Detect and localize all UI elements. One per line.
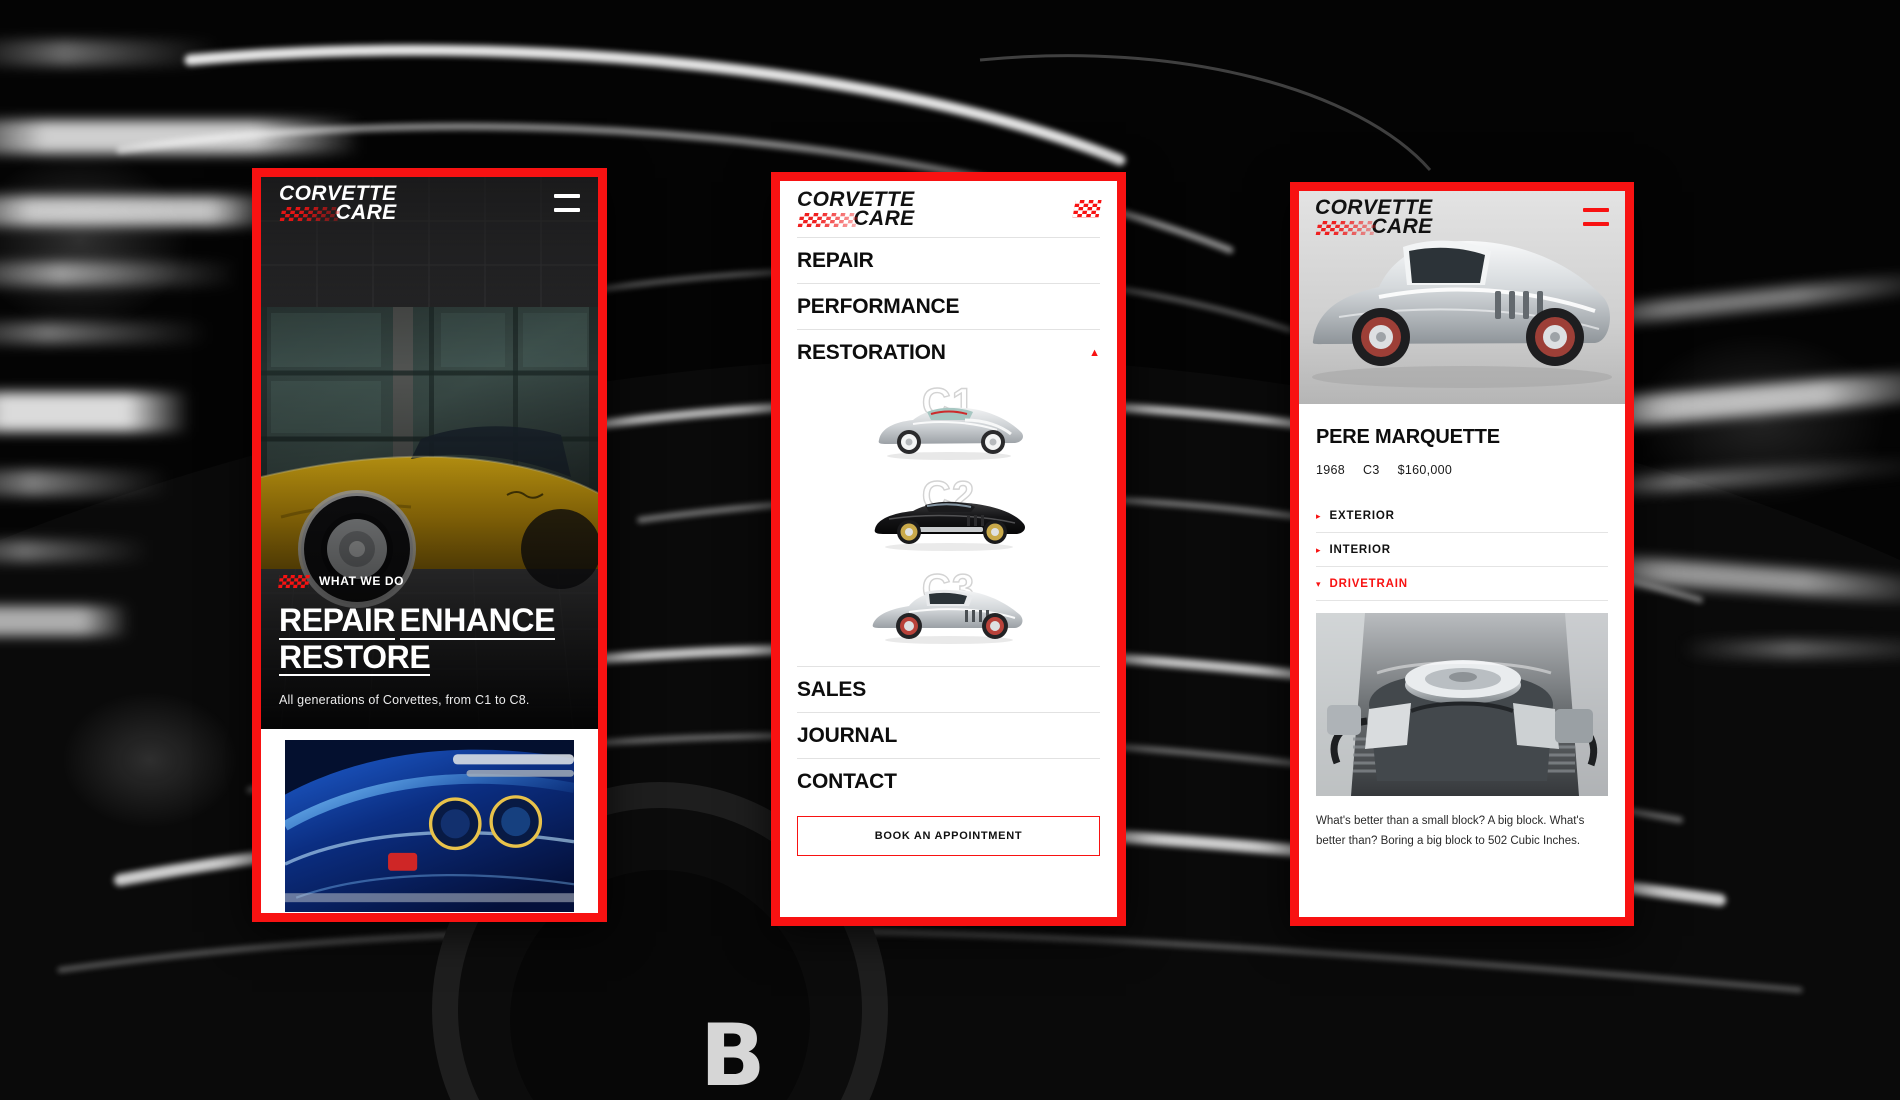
phone-mockup-home: CORVETTE CARE WHAT WE DO REPAIR ENHANCE …: [252, 168, 607, 922]
detail-body: PERE MARQUETTE 1968 C3 $160,000 ▸ EXTERI…: [1299, 404, 1625, 917]
home-header: CORVETTE CARE: [261, 177, 598, 229]
vehicle-title: PERE MARQUETTE: [1316, 426, 1500, 448]
menu-item-label: REPAIR: [797, 249, 874, 272]
card-label: PERFORMANCE: [285, 912, 574, 913]
triangle-right-icon: ▸: [1316, 510, 1321, 521]
phone-mockup-menu: CORVETTE CARE REPAIR PERFORMANCE RESTORA…: [771, 172, 1126, 926]
triangle-right-icon: ▸: [1316, 544, 1321, 555]
car-photo-c2: [869, 483, 1029, 555]
menu-item-sales[interactable]: SALES: [797, 666, 1100, 712]
hamburger-icon[interactable]: [1583, 208, 1609, 226]
menu-item-label: PERFORMANCE: [797, 295, 960, 318]
phone-home-screen: CORVETTE CARE WHAT WE DO REPAIR ENHANCE …: [261, 177, 598, 913]
brand-logo[interactable]: CORVETTE CARE: [279, 183, 397, 224]
hero-copy: WHAT WE DO REPAIR ENHANCE RESTORE All ge…: [261, 574, 598, 729]
detail-header: CORVETTE CARE: [1299, 191, 1625, 243]
engine-photo: [1316, 613, 1608, 796]
menu-item-label: RESTORATION: [797, 341, 946, 364]
book-appointment-button[interactable]: BOOK AN APPOINTMENT: [797, 816, 1100, 856]
accordion-drivetrain[interactable]: ▾ DRIVETRAIN: [1316, 567, 1608, 601]
car-photo-c3: [869, 576, 1029, 648]
hamburger-icon[interactable]: [554, 194, 580, 212]
phone-menu-screen: CORVETTE CARE REPAIR PERFORMANCE RESTORA…: [780, 181, 1117, 917]
hero-subtitle: All generations of Corvettes, from C1 to…: [279, 693, 530, 707]
brand-logo[interactable]: CORVETTE CARE: [1315, 197, 1433, 238]
headline-line-1: REPAIR: [279, 602, 396, 640]
submenu-item-c1[interactable]: C1: [797, 379, 1100, 472]
drivetrain-description: What's better than a small block? A big …: [1316, 815, 1585, 848]
hero-section: CORVETTE CARE WHAT WE DO REPAIR ENHANCE …: [261, 177, 598, 729]
headline-line-3: RESTORE: [279, 638, 431, 676]
phone-detail-screen: CORVETTE CARE PERE MARQUETTE 1968 C3 $16…: [1299, 191, 1625, 917]
headline-line-2: ENHANCE: [399, 602, 556, 640]
svg-text:B: B: [700, 1006, 766, 1100]
restoration-submenu: C1 C2 C3: [797, 375, 1100, 666]
triangle-down-icon: ▾: [1316, 578, 1321, 589]
vehicle-price: $160,000: [1397, 463, 1453, 477]
menu-item-contact[interactable]: CONTACT: [797, 758, 1100, 804]
submenu-item-c2[interactable]: C2: [797, 472, 1100, 565]
menu-item-journal[interactable]: JOURNAL: [797, 712, 1100, 758]
hero-eyebrow: WHAT WE DO: [278, 574, 580, 589]
menu-spacer: [797, 870, 1100, 917]
menu-item-label: JOURNAL: [797, 724, 898, 747]
card-photo-blue-corvette: [285, 740, 574, 912]
nav-menu-overlay: CORVETTE CARE REPAIR PERFORMANCE RESTORA…: [780, 181, 1117, 917]
menu-item-restoration[interactable]: RESTORATION ▲: [797, 329, 1100, 375]
accordion-label: INTERIOR: [1329, 544, 1391, 556]
menu-item-label: SALES: [797, 678, 867, 701]
menu-item-performance[interactable]: PERFORMANCE: [797, 283, 1100, 329]
accordion-exterior[interactable]: ▸ EXTERIOR: [1316, 499, 1608, 533]
hero-headline: REPAIR ENHANCE RESTORE: [279, 604, 580, 677]
car-photo-c1: [869, 390, 1029, 462]
performance-card[interactable]: PERFORMANCE: [279, 734, 580, 913]
submenu-item-c3[interactable]: C3: [797, 565, 1100, 658]
caret-up-icon: ▲: [1089, 346, 1100, 359]
vehicle-meta: 1968 C3 $160,000: [1316, 449, 1608, 499]
checkered-flag-icon: [797, 213, 859, 228]
hero-eyebrow-label: WHAT WE DO: [319, 574, 405, 589]
vehicle-detail-page: CORVETTE CARE PERE MARQUETTE 1968 C3 $16…: [1299, 191, 1625, 917]
menu-item-repair[interactable]: REPAIR: [797, 237, 1100, 283]
menu-header: CORVETTE CARE: [797, 181, 1102, 237]
accordion-label: DRIVETRAIN: [1329, 578, 1408, 590]
checkered-flag-close-icon[interactable]: [1072, 200, 1102, 218]
brand-logo[interactable]: CORVETTE CARE: [797, 189, 915, 230]
phone-mockup-detail: CORVETTE CARE PERE MARQUETTE 1968 C3 $16…: [1290, 182, 1634, 926]
accordion-label: EXTERIOR: [1329, 510, 1395, 522]
vehicle-generation: C3: [1363, 463, 1380, 477]
vehicle-hero: CORVETTE CARE: [1299, 191, 1625, 404]
checkered-flag-icon: [278, 574, 310, 588]
checkered-flag-icon: [1315, 221, 1377, 236]
menu-item-label: CONTACT: [797, 770, 897, 793]
checkered-flag-icon: [279, 207, 341, 222]
vehicle-year: 1968: [1316, 463, 1346, 477]
accordion-interior[interactable]: ▸ INTERIOR: [1316, 533, 1608, 567]
